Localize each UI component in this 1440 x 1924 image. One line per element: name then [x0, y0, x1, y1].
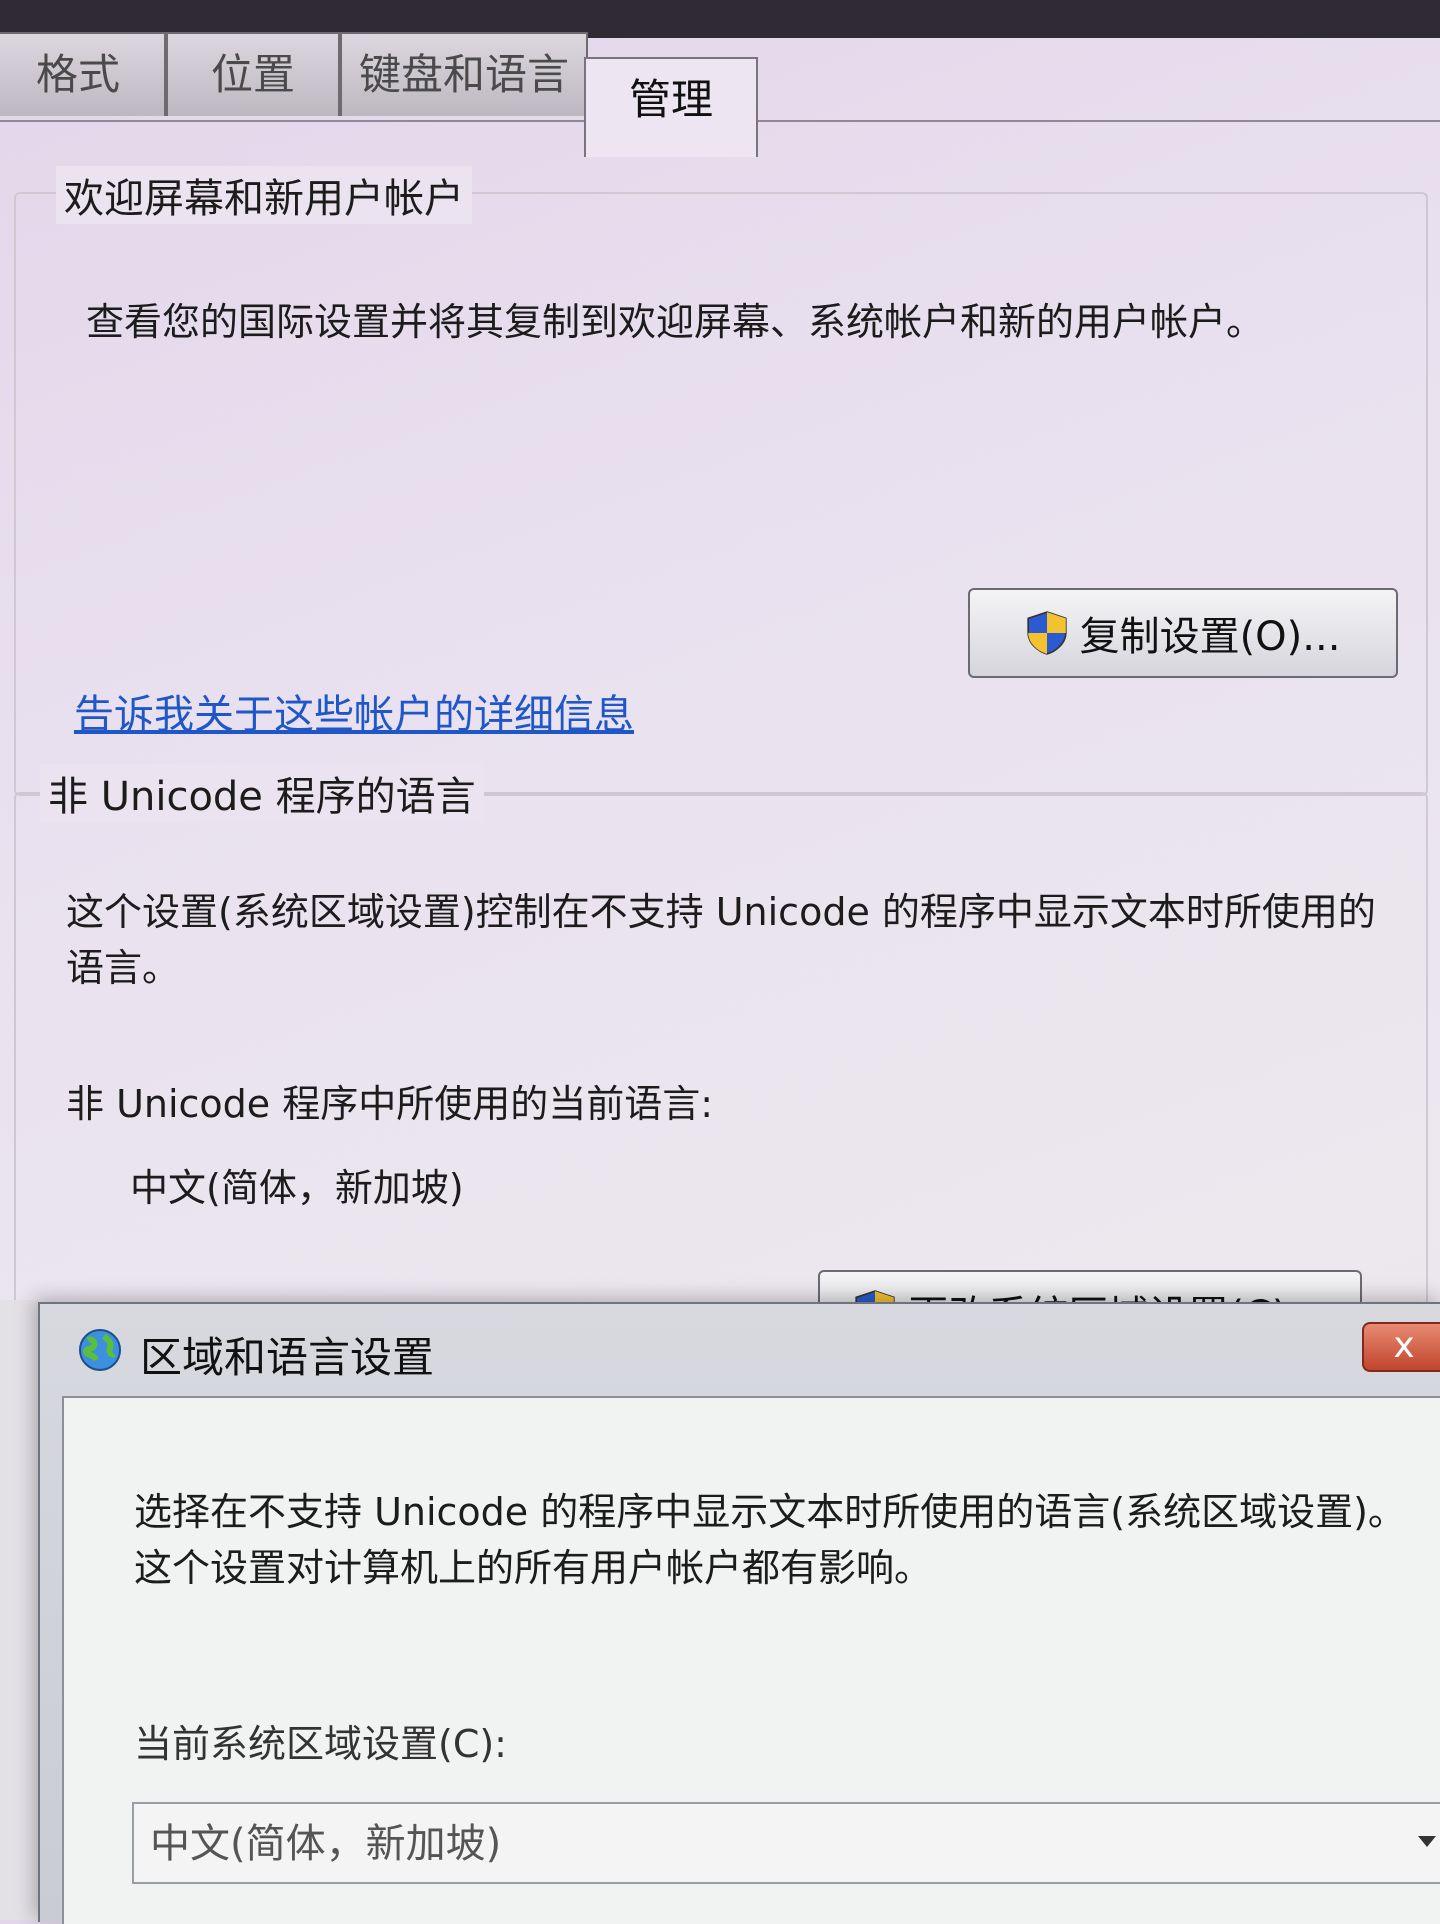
globe-icon: [79, 1329, 121, 1371]
copy-settings-button[interactable]: 复制设置(O)...: [968, 588, 1398, 678]
system-locale-select[interactable]: 中文(简体，新加坡): [132, 1802, 1440, 1884]
current-language-label: 非 Unicode 程序中所使用的当前语言:: [66, 1082, 714, 1126]
dialog-body: 选择在不支持 Unicode 的程序中显示文本时所使用的语言(系统区域设置)。这…: [62, 1396, 1440, 1924]
uac-shield-icon: [1026, 611, 1067, 655]
welcome-screen-group: 欢迎屏幕和新用户帐户 查看您的国际设置并将其复制到欢迎屏幕、系统帐户和新的用户帐…: [14, 166, 1428, 796]
tab-administrative[interactable]: 管理: [584, 57, 758, 157]
tab-formats[interactable]: 格式: [0, 32, 166, 116]
tab-location[interactable]: 位置: [166, 32, 340, 116]
region-language-settings-dialog: 区域和语言设置 x 选择在不支持 Unicode 的程序中显示文本时所使用的语言…: [38, 1302, 1440, 1924]
welcome-group-title: 欢迎屏幕和新用户帐户: [56, 166, 472, 224]
system-locale-label: 当前系统区域设置(C):: [134, 1722, 507, 1766]
system-locale-value: 中文(简体，新加坡): [150, 1821, 502, 1867]
tab-keyboards-languages[interactable]: 键盘和语言: [340, 32, 588, 116]
administrative-panel: 欢迎屏幕和新用户帐户 查看您的国际设置并将其复制到欢迎屏幕、系统帐户和新的用户帐…: [0, 120, 1440, 1416]
tab-strip: 格式 位置 键盘和语言 管理: [0, 22, 1440, 157]
dialog-description: 选择在不支持 Unicode 的程序中显示文本时所使用的语言(系统区域设置)。这…: [134, 1490, 1406, 1590]
window-frame: [0, 1300, 38, 1920]
accounts-info-link[interactable]: 告诉我关于这些帐户的详细信息: [74, 682, 634, 740]
non-unicode-group-title: 非 Unicode 程序的语言: [40, 764, 484, 822]
copy-settings-label: 复制设置(O)...: [1079, 614, 1341, 660]
dialog-close-button[interactable]: x: [1362, 1322, 1440, 1372]
non-unicode-description: 这个设置(系统区域设置)控制在不支持 Unicode 的程序中显示文本时所使用的…: [66, 890, 1376, 990]
welcome-description: 查看您的国际设置并将其复制到欢迎屏幕、系统帐户和新的用户帐户。: [86, 300, 1265, 344]
dialog-title: 区域和语言设置: [140, 1333, 435, 1382]
current-language-value: 中文(简体，新加坡): [130, 1166, 464, 1210]
chevron-down-icon: [1418, 1836, 1436, 1847]
